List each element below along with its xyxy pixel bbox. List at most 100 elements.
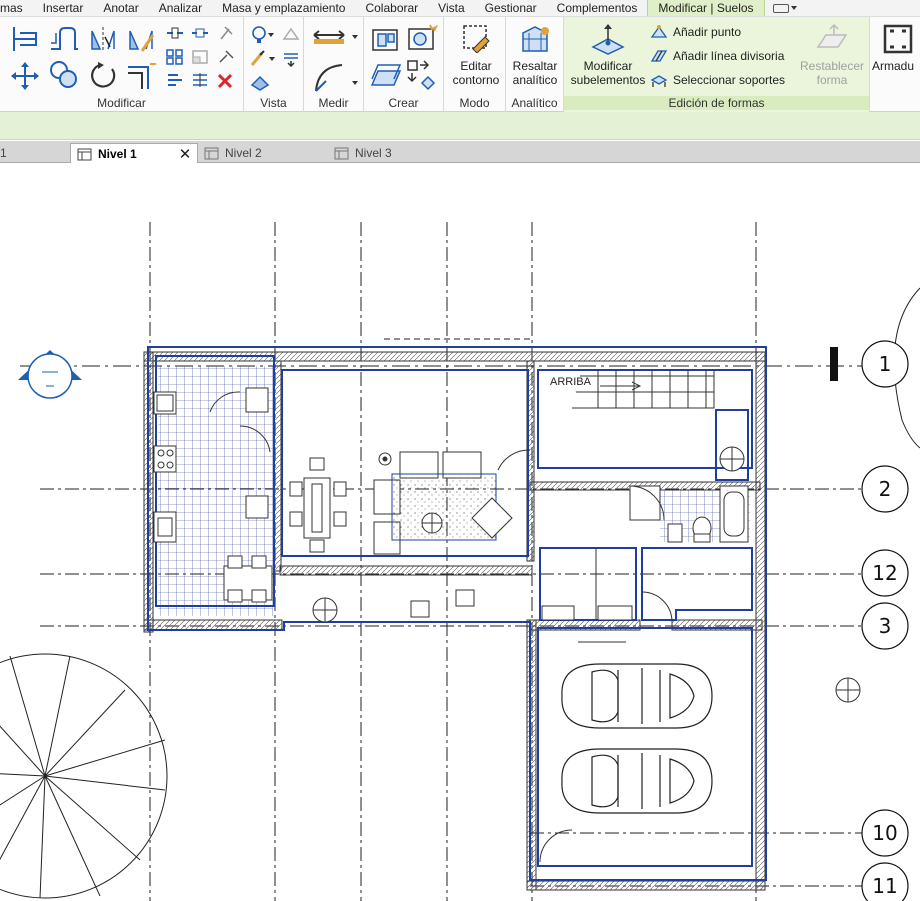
car-bottom[interactable] <box>561 748 713 814</box>
tab-complementos[interactable]: Complementos <box>547 0 648 16</box>
pick-supports-button[interactable]: Seleccionar soportes <box>650 72 785 88</box>
revit-window: mas Insertar Anotar Analizar Masa y empl… <box>0 0 920 901</box>
create-similar-icon[interactable] <box>406 23 438 53</box>
rotate-icon[interactable] <box>88 61 118 91</box>
edit-boundary-label-2: contorno <box>452 73 500 87</box>
ribbon-display-toggle[interactable] <box>765 0 805 16</box>
tab-masa-partial[interactable]: mas <box>0 0 33 16</box>
edit-boundary-button[interactable]: Editar contorno <box>450 21 502 87</box>
move-icon[interactable] <box>10 61 40 91</box>
mirror-pick-axis-icon[interactable] <box>88 25 118 53</box>
highlight-analytical-label-1: Resaltar <box>512 59 558 73</box>
modify-subelements-button[interactable]: Modificar subelementos <box>568 21 648 87</box>
view-tab-label: Nivel 3 <box>355 145 392 160</box>
offset-icon[interactable] <box>48 25 80 53</box>
grid-label-3: 3 <box>879 614 892 638</box>
array-icon[interactable] <box>166 49 184 65</box>
stair-label: ARRIBA <box>550 376 592 388</box>
reset-shape-label-1: Restablecer <box>799 59 865 73</box>
tab-anotar[interactable]: Anotar <box>93 0 148 16</box>
pin-icon[interactable] <box>217 25 235 41</box>
analytical-model-icon <box>522 26 549 52</box>
tree-bottom-left <box>0 653 168 899</box>
panel-label-crear: Crear <box>388 96 419 110</box>
panel-modo: Editar contorno Modo <box>444 17 506 112</box>
floor-plan-icon <box>334 147 349 159</box>
view-tab-nivel-2[interactable]: Nivel 2 <box>198 143 328 163</box>
rebar-label: Armadu <box>872 59 915 73</box>
create-assembly-icon[interactable] <box>406 59 440 91</box>
split-face-icon[interactable] <box>191 72 209 88</box>
floor-plan[interactable]: ARRIBA 1 2 12 3 10 11 <box>0 163 920 901</box>
linework-icon[interactable] <box>282 49 300 67</box>
measure-icon[interactable] <box>312 27 360 47</box>
panel-label-modificar: Modificar <box>97 96 146 110</box>
add-split-line-icon <box>650 50 668 62</box>
split-gap-icon[interactable] <box>191 25 209 41</box>
view-tab-partial[interactable]: 1 <box>0 143 7 163</box>
pick-supports-label: Seleccionar soportes <box>673 73 786 87</box>
delete-icon[interactable] <box>217 73 233 89</box>
copy-icon[interactable] <box>48 59 80 91</box>
tab-analizar[interactable]: Analizar <box>149 0 212 16</box>
align-dim-icon[interactable] <box>166 72 184 88</box>
add-point-label: Añadir punto <box>673 25 742 39</box>
elevation-marker[interactable] <box>18 350 82 399</box>
panel-label-vista: Vista <box>260 96 287 110</box>
panel-armadura: Armadu <box>870 17 920 112</box>
add-split-line-label: Añadir línea divisoria <box>673 49 785 63</box>
dining-table[interactable] <box>289 457 347 553</box>
trim-extend-icon[interactable] <box>126 61 158 91</box>
living-room-furniture[interactable] <box>373 449 531 555</box>
create-parts-icon[interactable] <box>370 61 402 91</box>
tab-gestionar[interactable]: Gestionar <box>475 0 547 16</box>
view-tab-label: Nivel 1 <box>98 146 137 161</box>
unpin-icon[interactable] <box>217 49 235 65</box>
close-tab-icon[interactable]: ✕ <box>179 145 192 164</box>
staircase[interactable] <box>572 370 715 409</box>
split-element-icon[interactable] <box>166 25 184 41</box>
modify-subelements-icon <box>591 24 625 55</box>
highlight-analytical-label-2: analítico <box>512 73 558 87</box>
tab-insertar[interactable]: Insertar <box>33 0 94 16</box>
paint-brush-icon[interactable] <box>250 49 276 67</box>
dimension-arc-icon[interactable] <box>312 61 360 95</box>
add-split-line-button[interactable]: Añadir línea divisoria <box>650 48 784 64</box>
tab-colaborar[interactable]: Colaborar <box>355 0 428 16</box>
scale-icon[interactable] <box>191 49 209 65</box>
tab-masa-emplazamiento[interactable]: Masa y emplazamiento <box>212 0 355 16</box>
hide-element-icon[interactable] <box>282 25 300 43</box>
align-icon[interactable] <box>10 25 40 53</box>
create-group-icon[interactable] <box>370 25 402 53</box>
reset-shape-button[interactable]: Restablecer forma <box>796 21 868 87</box>
edit-boundary-label-1: Editar <box>460 59 492 73</box>
override-graphics-icon[interactable] <box>250 73 270 91</box>
add-point-button[interactable]: Añadir punto <box>650 24 741 40</box>
pick-supports-icon <box>650 75 668 87</box>
add-point-icon <box>650 25 668 38</box>
grid-label-1: 1 <box>879 352 892 376</box>
view-tab-bar: 1 Nivel 1 ✕ Nivel 2 Nivel 3 <box>0 141 920 164</box>
panel-analitico: Resaltar analítico Analítico <box>506 17 564 112</box>
options-bar <box>0 112 920 140</box>
panel-edicion-formas: Modificar subelementos Añadir punto Añad… <box>564 17 870 112</box>
drawing-area[interactable]: ARRIBA 1 2 12 3 10 11 <box>0 163 920 901</box>
car-top[interactable] <box>561 663 713 729</box>
grid-label-12: 12 <box>872 561 897 585</box>
tab-vista[interactable]: Vista <box>428 0 474 16</box>
modify-subelements-label-2: subelementos <box>570 73 646 87</box>
view-tab-nivel-3[interactable]: Nivel 3 <box>328 143 458 163</box>
reset-shape-icon <box>816 23 848 48</box>
grid-label-11: 11 <box>872 874 897 898</box>
highlight-analytical-button[interactable]: Resaltar analítico <box>508 21 562 87</box>
tab-modificar-suelos[interactable]: Modificar | Suelos <box>647 0 765 16</box>
panel-modificar: Modificar <box>0 17 244 112</box>
panel-label-medir: Medir <box>318 96 349 110</box>
lightbulb-icon[interactable] <box>250 25 274 45</box>
mirror-draw-axis-icon[interactable] <box>126 25 156 53</box>
panel-medir: Medir <box>304 17 364 112</box>
section-head-marker[interactable] <box>830 347 838 381</box>
view-tab-nivel-1[interactable]: Nivel 1 ✕ <box>70 143 198 164</box>
rebar-button[interactable]: Armadu <box>872 21 920 73</box>
floor-plan-icon <box>77 148 92 160</box>
